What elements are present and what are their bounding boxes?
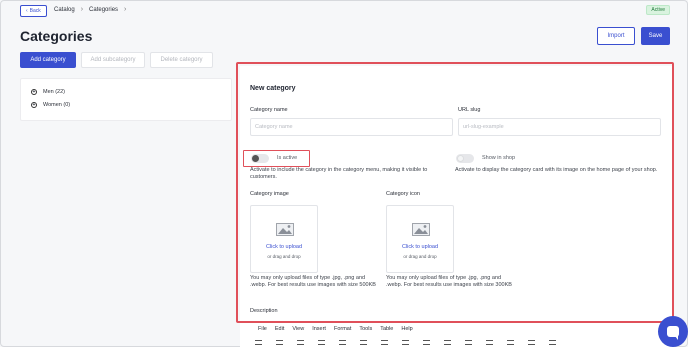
image-icon [276, 223, 294, 236]
breadcrumb-catalog[interactable]: Catalog [54, 7, 75, 13]
url-slug-input[interactable] [458, 118, 661, 136]
tree-item-label: Men (22) [43, 89, 66, 95]
category-image-upload[interactable]: Click to upload or drag and drop [250, 205, 318, 273]
add-subcategory-button[interactable]: Add subcategory [81, 52, 145, 68]
chevron-right-icon: › [124, 6, 127, 13]
table-icon[interactable] [549, 340, 556, 345]
indent-icon[interactable] [486, 340, 493, 345]
redo-icon[interactable] [276, 340, 283, 345]
bold-icon[interactable] [297, 340, 304, 345]
editor-toolbar [255, 340, 595, 347]
menu-edit[interactable]: Edit [275, 326, 284, 332]
category-name-label: Category name [250, 107, 288, 113]
italic-icon[interactable] [318, 340, 325, 345]
tree-item-men[interactable]: + Men (22) [31, 89, 65, 95]
breadcrumb-categories[interactable]: Categories [89, 7, 118, 13]
breadcrumb: Catalog › Categories › [54, 6, 126, 13]
page-title: Categories [20, 28, 93, 44]
tree-item-label: Women (0) [43, 102, 71, 108]
align-center-icon[interactable] [360, 340, 367, 345]
upload-click-text[interactable]: Click to upload [387, 244, 453, 250]
undo-icon[interactable] [255, 340, 262, 345]
category-name-input[interactable] [250, 118, 453, 136]
chevron-left-icon: ‹ [26, 8, 28, 14]
upload-drag-text: or drag and drop [403, 254, 437, 259]
menu-format[interactable]: Format [334, 326, 351, 332]
align-right-icon[interactable] [381, 340, 388, 345]
image-icon [412, 223, 430, 236]
chat-support-button[interactable] [658, 316, 688, 347]
url-slug-label: URL slug [458, 107, 481, 113]
section-title: New category [250, 85, 296, 92]
show-in-shop-label: Show in shop [482, 155, 516, 161]
upload-click-text[interactable]: Click to upload [251, 244, 317, 250]
numbered-list-icon[interactable] [444, 340, 451, 345]
show-in-shop-toggle[interactable] [456, 154, 474, 163]
back-button-label: Back [29, 8, 41, 14]
toggle-knob [252, 155, 259, 162]
description-label: Description [250, 308, 278, 314]
back-button[interactable]: ‹ Back [20, 5, 47, 17]
menu-table[interactable]: Table [380, 326, 393, 332]
list-icon[interactable] [423, 340, 430, 345]
chevron-right-icon: › [80, 6, 84, 13]
save-button[interactable]: Save [641, 27, 670, 45]
category-icon-label: Category icon [386, 191, 420, 197]
delete-category-button[interactable]: Delete category [150, 52, 213, 68]
add-category-button[interactable]: Add category [20, 52, 76, 68]
menu-tools[interactable]: Tools [359, 326, 372, 332]
image-insert-icon[interactable] [528, 340, 535, 345]
menu-file[interactable]: File [258, 326, 267, 332]
category-icon-help: You may only upload files of type .jpg, … [386, 275, 512, 288]
is-active-help: Activate to include the category in the … [250, 167, 428, 180]
toggle-knob [457, 155, 464, 162]
show-in-shop-help: Activate to display the category card wi… [455, 167, 658, 173]
chat-bubble-icon [667, 326, 679, 340]
category-icon-upload[interactable]: Click to upload or drag and drop [386, 205, 454, 273]
is-active-toggle[interactable] [251, 154, 269, 163]
tree-item-women[interactable]: + Women (0) [31, 102, 70, 108]
link-icon[interactable] [507, 340, 514, 345]
align-left-icon[interactable] [339, 340, 346, 345]
outdent-icon[interactable] [465, 340, 472, 345]
justify-icon[interactable] [402, 340, 409, 345]
is-active-label: Is active [277, 155, 298, 161]
menu-view[interactable]: View [292, 326, 304, 332]
upload-drag-text: or drag and drop [267, 254, 301, 259]
category-image-help: You may only upload files of type .jpg, … [250, 275, 376, 288]
expand-plus-icon[interactable]: + [31, 102, 37, 108]
menu-help[interactable]: Help [401, 326, 412, 332]
editor-menubar: File Edit View Insert Format Tools Table… [258, 326, 413, 332]
status-badge: Active [646, 5, 670, 15]
menu-insert[interactable]: Insert [312, 326, 326, 332]
category-tree: + Men (22) + Women (0) [20, 78, 232, 121]
expand-plus-icon[interactable]: + [31, 89, 37, 95]
import-button[interactable]: Import [597, 27, 635, 45]
category-image-label: Category image [250, 191, 289, 197]
